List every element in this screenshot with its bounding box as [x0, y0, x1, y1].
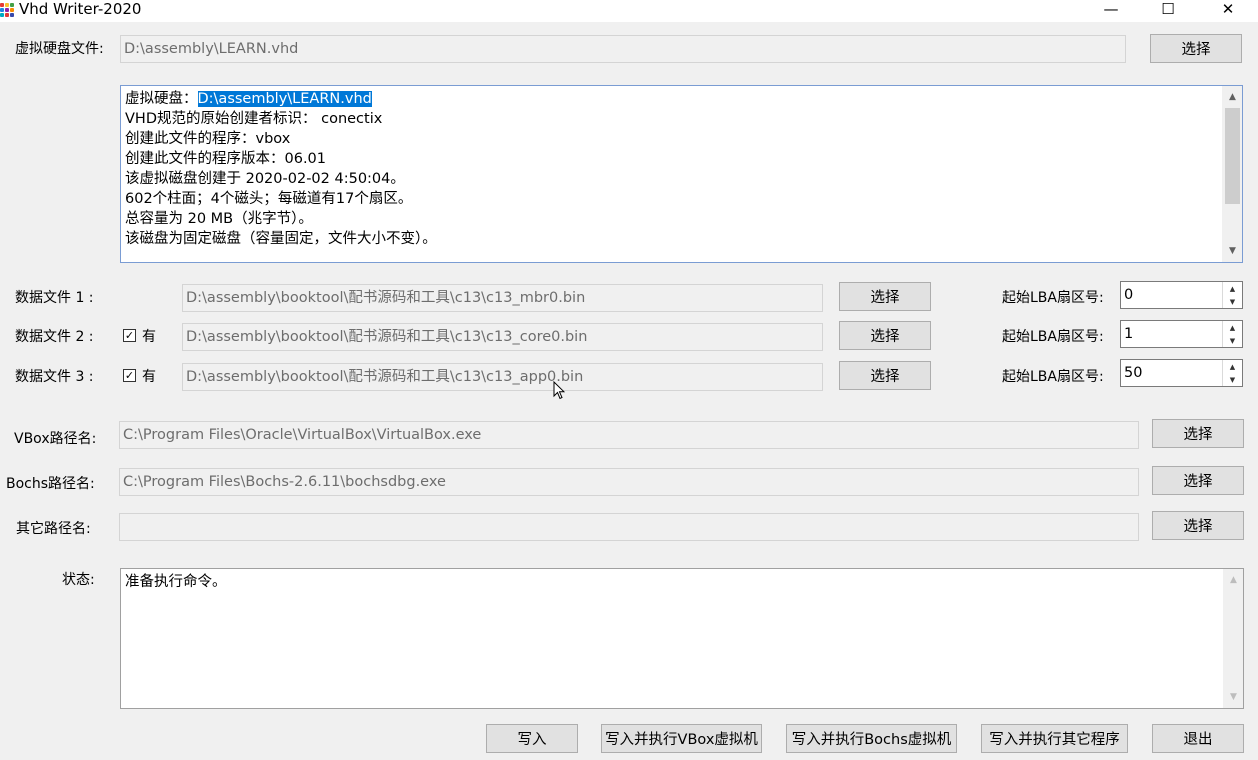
status-scrollbar[interactable]: ▲ ▼: [1223, 569, 1243, 708]
vbox-path-field[interactable]: C:\Program Files\Oracle\VirtualBox\Virtu…: [119, 421, 1139, 449]
data-file-3-checkbox[interactable]: ✓: [123, 369, 136, 382]
write-button[interactable]: 写入: [486, 724, 578, 753]
info-line: 该虚拟磁盘创建于 2020-02-02 4:50:04。: [125, 171, 405, 187]
data-file-3-select-button[interactable]: 选择: [839, 361, 931, 390]
spin-up-icon[interactable]: ▲: [1223, 360, 1242, 373]
write-run-vbox-button[interactable]: 写入并执行VBox虚拟机: [601, 724, 762, 753]
scroll-down-icon[interactable]: ▼: [1225, 688, 1242, 705]
scroll-up-icon[interactable]: ▲: [1224, 88, 1241, 105]
info-disk-label: 虚拟硬盘：: [125, 91, 198, 107]
status-text: 准备执行命令。: [125, 574, 227, 590]
lba-3-stepper[interactable]: ▲ ▼: [1222, 360, 1242, 386]
close-button[interactable]: ✕: [1205, 0, 1251, 18]
title-bar: Vhd Writer-2020 — ☐ ✕: [0, 0, 1258, 22]
vhd-file-label: 虚拟硬盘文件:: [15, 41, 104, 57]
info-line: 创建此文件的程序：vbox: [125, 131, 291, 147]
data-file-1-select-button[interactable]: 选择: [839, 282, 931, 311]
bochs-select-button[interactable]: 选择: [1152, 466, 1244, 495]
other-path-field[interactable]: [119, 513, 1139, 541]
info-disk-path: D:\assembly\LEARN.vhd: [197, 91, 372, 107]
data-file-2-checkbox[interactable]: ✓: [123, 329, 136, 342]
spin-up-icon[interactable]: ▲: [1223, 321, 1242, 334]
info-line: VHD规范的原始创建者标识： conectix: [125, 111, 383, 127]
minimize-button[interactable]: —: [1088, 0, 1134, 18]
maximize-button[interactable]: ☐: [1145, 0, 1191, 18]
app-icon: [0, 3, 14, 17]
vhd-file-field[interactable]: D:\assembly\LEARN.vhd: [120, 35, 1126, 63]
scroll-up-icon[interactable]: ▲: [1225, 571, 1242, 588]
spin-down-icon[interactable]: ▼: [1223, 295, 1242, 308]
data-file-3-label: 数据文件 3 :: [15, 369, 94, 385]
data-file-2-checkbox-label[interactable]: 有: [142, 328, 156, 346]
lba-2-spinner[interactable]: 1 ▲ ▼: [1120, 320, 1243, 348]
vbox-select-button[interactable]: 选择: [1152, 419, 1244, 448]
scroll-down-icon[interactable]: ▼: [1224, 242, 1241, 259]
lba-1-spinner[interactable]: 0 ▲ ▼: [1120, 281, 1243, 309]
spin-down-icon[interactable]: ▼: [1223, 334, 1242, 347]
status-box[interactable]: 准备执行命令。 ▲ ▼: [120, 568, 1244, 709]
info-line: 创建此文件的程序版本：06.01: [125, 151, 327, 167]
window-title: Vhd Writer-2020: [19, 0, 142, 18]
vhd-info-box[interactable]: 虚拟硬盘：D:\assembly\LEARN.vhd VHD规范的原始创建者标识…: [120, 85, 1243, 263]
vhd-info-content: 虚拟硬盘：D:\assembly\LEARN.vhd VHD规范的原始创建者标识…: [125, 89, 1215, 249]
data-file-3-field[interactable]: D:\assembly\booktool\配书源码和工具\c13\c13_app…: [182, 363, 823, 391]
lba-3-label: 起始LBA扇区号:: [1002, 369, 1104, 385]
spin-up-icon[interactable]: ▲: [1223, 282, 1242, 295]
data-file-1-label: 数据文件 1 :: [15, 290, 94, 306]
data-file-1-field[interactable]: D:\assembly\booktool\配书源码和工具\c13\c13_mbr…: [182, 284, 823, 312]
status-label: 状态:: [62, 572, 95, 588]
info-line: 该磁盘为固定磁盘（容量固定，文件大小不变）。: [125, 231, 437, 247]
lba-2-stepper[interactable]: ▲ ▼: [1222, 321, 1242, 347]
write-run-other-button[interactable]: 写入并执行其它程序: [981, 724, 1128, 753]
exit-button[interactable]: 退出: [1152, 724, 1244, 753]
info-line-disk: 虚拟硬盘：D:\assembly\LEARN.vhd: [125, 89, 1215, 109]
vhd-select-button[interactable]: 选择: [1150, 34, 1242, 63]
info-scrollbar[interactable]: ▲ ▼: [1222, 86, 1242, 262]
info-line: 总容量为 20 MB（兆字节）。: [125, 211, 313, 227]
write-run-bochs-button[interactable]: 写入并执行Bochs虚拟机: [786, 724, 957, 753]
lba-3-spinner[interactable]: 50 ▲ ▼: [1120, 359, 1243, 387]
other-select-button[interactable]: 选择: [1152, 511, 1244, 540]
data-file-2-select-button[interactable]: 选择: [839, 321, 931, 350]
data-file-2-field[interactable]: D:\assembly\booktool\配书源码和工具\c13\c13_cor…: [182, 323, 823, 351]
vbox-path-label: VBox路径名:: [14, 431, 97, 447]
info-line: 602个柱面；4个磁头；每磁道有17个扇区。: [125, 191, 413, 207]
data-file-2-label: 数据文件 2 :: [15, 329, 94, 345]
mouse-cursor-icon: [553, 381, 565, 400]
data-file-3-checkbox-label[interactable]: 有: [142, 368, 156, 386]
spin-down-icon[interactable]: ▼: [1223, 373, 1242, 386]
bochs-path-field[interactable]: C:\Program Files\Bochs-2.6.11\bochsdbg.e…: [119, 468, 1139, 496]
bochs-path-label: Bochs路径名:: [6, 476, 95, 492]
lba-2-label: 起始LBA扇区号:: [1002, 329, 1104, 345]
scroll-thumb[interactable]: [1225, 108, 1240, 204]
lba-1-label: 起始LBA扇区号:: [1002, 290, 1104, 306]
other-path-label: 其它路径名:: [16, 521, 91, 537]
lba-1-stepper[interactable]: ▲ ▼: [1222, 282, 1242, 308]
